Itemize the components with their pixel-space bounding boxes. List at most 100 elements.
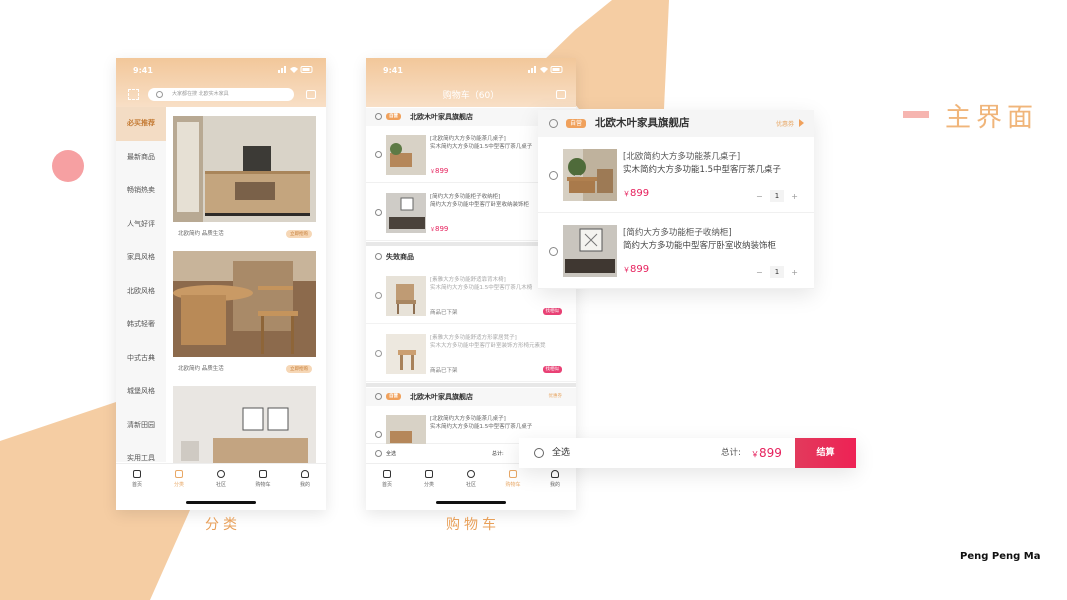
search-input[interactable]: 大家都在搜 北欧实木家具: [148, 88, 294, 101]
tea-table-image: [386, 415, 426, 445]
quantity-value[interactable]: 1: [770, 190, 784, 202]
product-card[interactable]: 北欧简约 品质生活 立即抢购: [173, 251, 316, 377]
select-all-checkbox[interactable]: [534, 448, 544, 458]
cabinet-image: [563, 225, 617, 277]
tab-community[interactable]: 社区: [201, 469, 241, 488]
off-shelf-label: 商品已下架: [430, 368, 458, 374]
select-all-checkbox[interactable]: [375, 450, 382, 457]
item-title: [素雅大方多功能舒适方形家居凳子]: [430, 335, 517, 341]
tab-cart[interactable]: 购物车: [493, 469, 533, 488]
sideboard-image: [173, 116, 316, 222]
sidebar-item-hot[interactable]: 畅销热卖: [116, 174, 166, 208]
home-icon: [133, 469, 141, 478]
quantity-stepper[interactable]: − 1 +: [756, 265, 798, 279]
invalid-item: [素雅大方多功能舒适方形家居凳子] 实木大方多功能中型客厅卧室装饰方形椅元素凳 …: [366, 325, 576, 382]
cart-item[interactable]: [北欧简约大方多功能茶几桌子] 实木简约大方多功能1.5中型客厅茶几桌子 ￥89…: [538, 137, 814, 213]
item-checkbox[interactable]: [549, 247, 558, 256]
plus-icon[interactable]: +: [791, 268, 798, 277]
sidebar-item-popular[interactable]: 人气好评: [116, 208, 166, 242]
page-heading: 主界面: [945, 103, 1039, 133]
tab-category[interactable]: 分类: [409, 469, 449, 488]
quantity-stepper[interactable]: − 1 +: [756, 189, 798, 203]
status-time: 9:41: [383, 66, 403, 75]
tab-category[interactable]: 分类: [159, 469, 199, 488]
sidebar-item-castle[interactable]: 城堡风格: [116, 375, 166, 409]
message-icon[interactable]: [556, 90, 566, 99]
total-amount: ￥899: [751, 446, 782, 460]
product-card[interactable]: [173, 386, 316, 492]
item-subtitle: 实木大方多功能中型客厅卧室装饰方形椅元素凳: [430, 343, 546, 349]
find-similar-button[interactable]: 找相似: [542, 366, 562, 373]
cart-item[interactable]: [简约大方多功能柜子收纳柜] 简约大方多功能中型客厅卧室收纳装饰柜 ￥899 −…: [538, 213, 814, 289]
message-icon[interactable]: [306, 90, 316, 99]
store-name[interactable]: 北欧木叶家具旗舰店: [595, 110, 690, 137]
quantity-value[interactable]: 1: [770, 266, 784, 278]
cart-icon: [509, 469, 517, 478]
coupon-link[interactable]: 优惠券: [776, 119, 794, 128]
minus-icon[interactable]: −: [756, 268, 763, 277]
tab-home[interactable]: 首页: [117, 469, 157, 488]
sidebar-item-must-buy[interactable]: 必买推荐: [116, 107, 166, 141]
tab-me[interactable]: 我的: [285, 469, 325, 488]
item-subtitle: 实木简约大方多功能1.5中型客厅茶几桌子: [623, 165, 782, 175]
store-name[interactable]: 北欧木叶家具旗舰店: [410, 393, 473, 401]
find-similar-button[interactable]: 找相似: [542, 308, 562, 315]
tab-home[interactable]: 首页: [367, 469, 407, 488]
tab-cart[interactable]: 购物车: [243, 469, 283, 488]
store-checkbox[interactable]: [375, 393, 382, 400]
off-shelf-label: 商品已下架: [430, 310, 458, 316]
buy-now-button[interactable]: 立即抢购: [286, 365, 312, 373]
tab-community[interactable]: 社区: [451, 469, 491, 488]
item-checkbox[interactable]: [375, 431, 382, 438]
tab-me[interactable]: 我的: [535, 469, 575, 488]
status-time: 9:41: [133, 66, 153, 75]
plus-icon[interactable]: +: [791, 192, 798, 201]
item-price: ￥899: [623, 264, 650, 275]
category-icon: [425, 469, 433, 478]
sidebar-item-chinese[interactable]: 中式古典: [116, 342, 166, 376]
coupon-link[interactable]: 优惠券: [549, 388, 563, 406]
item-checkbox[interactable]: [375, 209, 382, 216]
store-name[interactable]: 北欧木叶家具旗舰店: [410, 113, 473, 121]
item-title: [北欧简约大方多功能茶几桌子]: [430, 416, 506, 422]
caption-cart: 购物车: [446, 517, 500, 533]
category-icon: [175, 469, 183, 478]
designer-credit: Peng Peng Ma: [960, 551, 1041, 562]
checkout-button[interactable]: 结算: [795, 438, 856, 468]
chair-image: [386, 276, 426, 316]
buy-now-button[interactable]: 立即抢购: [286, 230, 312, 238]
category-header: 9:41 大家都在搜 北欧实木家具: [116, 58, 326, 107]
store-header: 自营 北欧木叶家具旗舰店 优惠券: [538, 110, 814, 137]
status-icons: [528, 66, 563, 73]
checkout-bar-zoom: 全选 总计: ￥899 结算: [519, 438, 856, 468]
total-label: 总计:: [492, 451, 504, 457]
self-operated-tag: 自营: [386, 113, 401, 120]
minus-icon[interactable]: −: [756, 192, 763, 201]
category-sidebar: 必买推荐 最新商品 畅销热卖 人气好评 家具风格 北欧风格 韩式轻奢 中式古典 …: [116, 107, 166, 462]
search-placeholder: 大家都在搜 北欧实木家具: [172, 91, 229, 97]
invalid-checkbox[interactable]: [375, 253, 382, 260]
home-icon: [383, 469, 391, 478]
cabinet-image: [386, 193, 426, 233]
item-checkbox[interactable]: [549, 171, 558, 180]
sidebar-item-pastoral[interactable]: 清新田园: [116, 409, 166, 443]
item-checkbox[interactable]: [375, 292, 382, 299]
total-label: 总计:: [721, 448, 741, 458]
store-checkbox[interactable]: [375, 113, 382, 120]
scan-icon[interactable]: [128, 89, 139, 100]
sidebar-item-nordic[interactable]: 北欧风格: [116, 275, 166, 309]
item-subtitle: 简约大方多功能中型客厅卧室收纳装饰柜: [623, 241, 777, 251]
sidebar-item-korean[interactable]: 韩式轻奢: [116, 308, 166, 342]
select-all-label[interactable]: 全选: [386, 444, 396, 464]
store-checkbox[interactable]: [549, 119, 558, 128]
product-card[interactable]: 北欧简约 品质生活 立即抢购: [173, 116, 316, 242]
chat-icon: [467, 469, 475, 478]
item-checkbox[interactable]: [375, 350, 382, 357]
home-indicator: [186, 501, 256, 504]
sidebar-item-new[interactable]: 最新商品: [116, 141, 166, 175]
play-arrow-icon[interactable]: [799, 119, 804, 127]
sidebar-item-style[interactable]: 家具风格: [116, 241, 166, 275]
item-checkbox[interactable]: [375, 151, 382, 158]
select-all-label[interactable]: 全选: [552, 438, 570, 468]
tab-bar: 首页 分类 社区 购物车 我的: [116, 463, 326, 493]
